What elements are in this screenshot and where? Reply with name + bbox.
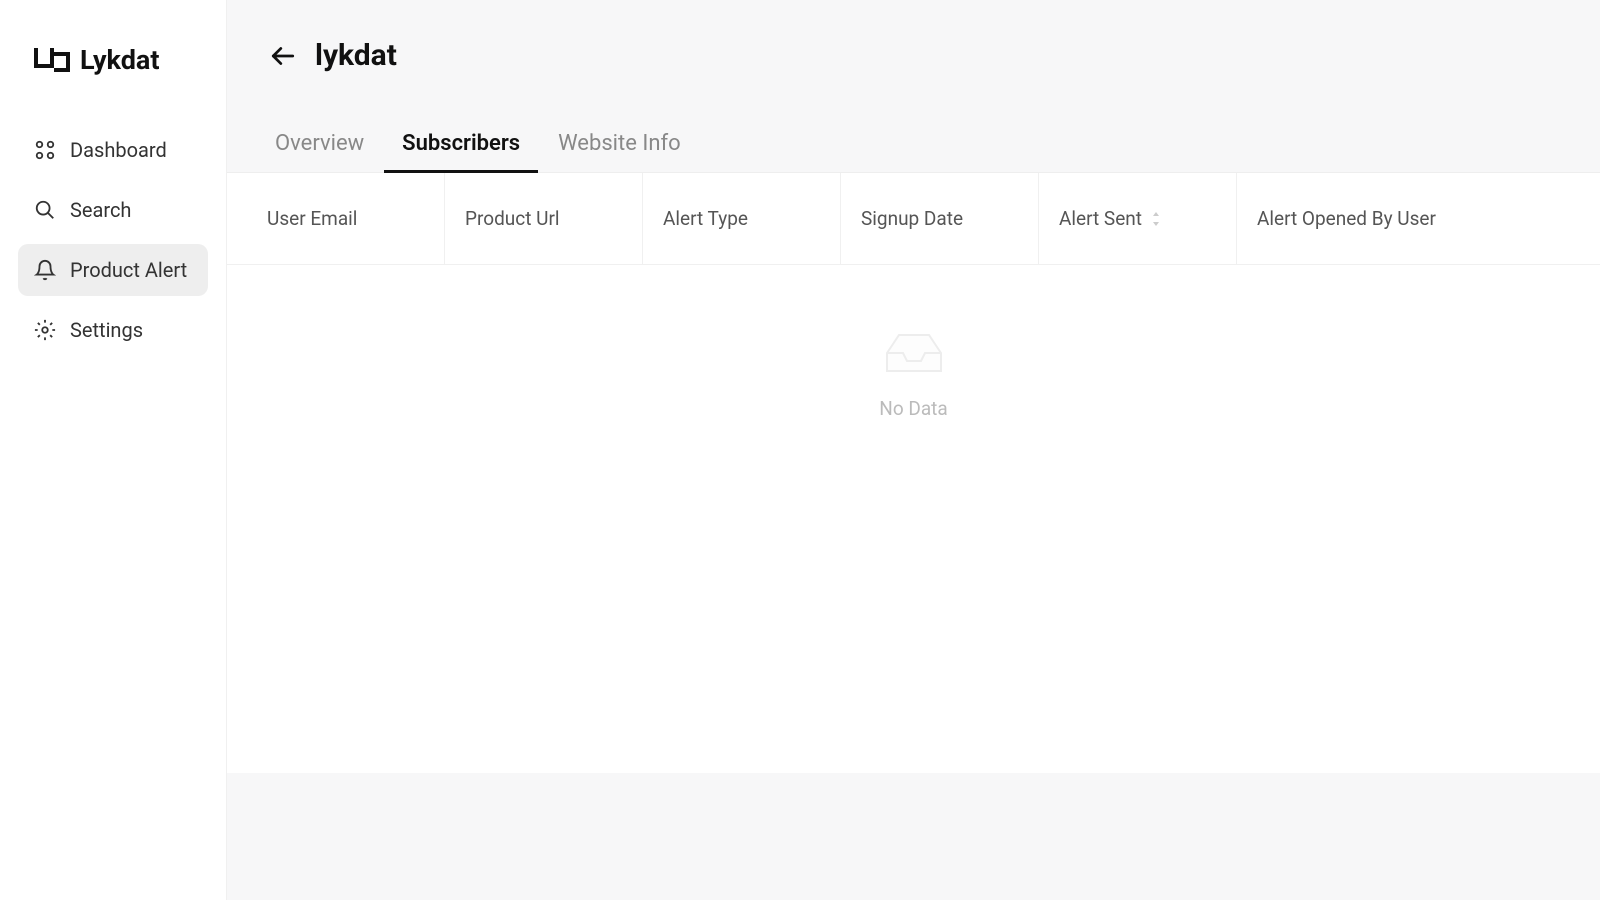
sidebar-item-settings[interactable]: Settings [18, 304, 208, 356]
tabs: Overview Subscribers Website Info [227, 119, 1600, 173]
bell-icon [34, 259, 56, 281]
tab-label: Subscribers [402, 131, 520, 156]
table-container: User Email Product Url Alert Type Signup… [227, 173, 1600, 773]
arrow-left-icon [270, 43, 296, 69]
empty-inbox-icon [879, 325, 949, 379]
column-header-alert-sent[interactable]: Alert Sent [1039, 173, 1237, 264]
sidebar-item-label: Dashboard [70, 138, 167, 162]
sort-icon [1150, 211, 1162, 227]
column-label: Signup Date [861, 207, 963, 230]
main-content: lykdat Overview Subscribers Website Info… [227, 0, 1600, 900]
column-header-product-url[interactable]: Product Url [445, 173, 643, 264]
grid-icon [34, 139, 56, 161]
tab-label: Website Info [558, 131, 681, 156]
lykdat-logo-icon [34, 48, 70, 72]
column-header-alert-opened[interactable]: Alert Opened By User [1237, 173, 1580, 264]
page-title: lykdat [315, 38, 397, 73]
sidebar-item-label: Product Alert [70, 258, 187, 282]
tab-label: Overview [275, 131, 364, 156]
brand-name: Lykdat [80, 44, 159, 76]
sidebar-item-search[interactable]: Search [18, 184, 208, 236]
column-label: User Email [267, 207, 357, 230]
tab-overview[interactable]: Overview [275, 119, 364, 172]
page-header: lykdat [227, 38, 1600, 73]
column-header-signup-date[interactable]: Signup Date [841, 173, 1039, 264]
column-label: Alert Type [663, 207, 748, 230]
tab-website-info[interactable]: Website Info [558, 119, 681, 172]
sidebar-item-dashboard[interactable]: Dashboard [18, 124, 208, 176]
empty-state-text: No Data [879, 397, 947, 420]
sidebar-item-product-alert[interactable]: Product Alert [18, 244, 208, 296]
column-label: Alert Opened By User [1257, 207, 1436, 230]
tab-subscribers[interactable]: Subscribers [402, 119, 520, 172]
back-button[interactable] [269, 42, 297, 70]
table-header-row: User Email Product Url Alert Type Signup… [227, 173, 1600, 265]
gear-icon [34, 319, 56, 341]
brand-logo[interactable]: Lykdat [18, 44, 208, 76]
column-header-user-email[interactable]: User Email [247, 173, 445, 264]
column-label: Alert Sent [1059, 207, 1142, 230]
sidebar-item-label: Search [70, 198, 131, 222]
column-label: Product Url [465, 207, 560, 230]
sidebar: Lykdat Dashboard Search Product Alert [0, 0, 227, 900]
empty-state: No Data [227, 265, 1600, 420]
search-icon [34, 199, 56, 221]
nav-list: Dashboard Search Product Alert Settings [18, 124, 208, 356]
sidebar-item-label: Settings [70, 318, 143, 342]
column-header-alert-type[interactable]: Alert Type [643, 173, 841, 264]
